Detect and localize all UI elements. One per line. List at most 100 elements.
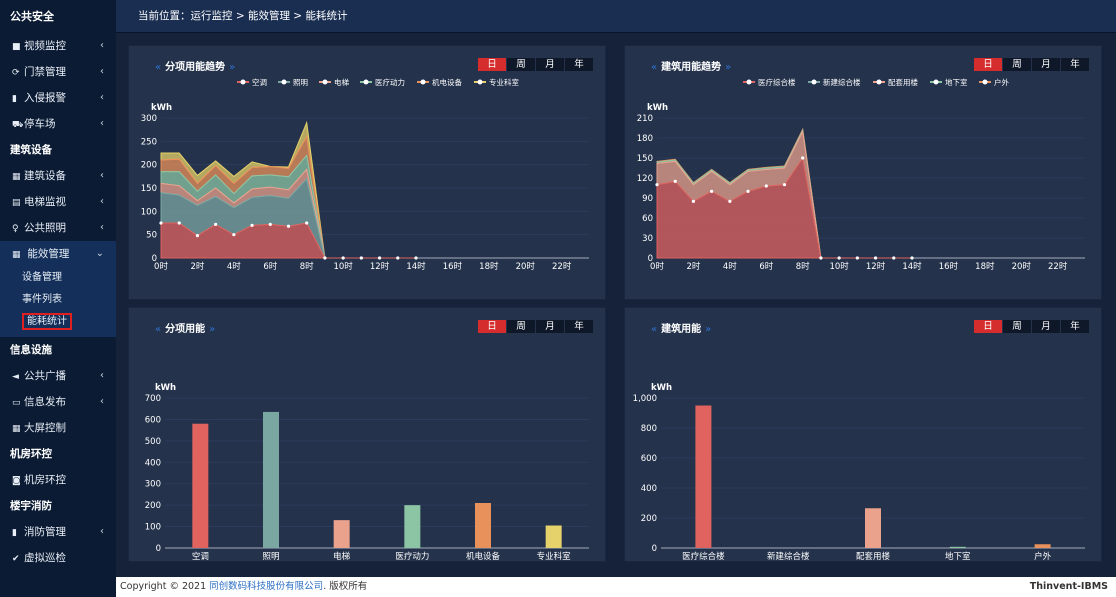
data-point: [837, 256, 841, 260]
legend-label[interactable]: 电梯: [334, 77, 349, 87]
next-arrow-icon[interactable]: »: [229, 62, 235, 73]
prev-arrow-icon[interactable]: «: [155, 324, 161, 335]
legend-label[interactable]: 医疗动力: [375, 77, 405, 87]
data-point: [673, 179, 677, 183]
sidebar-item-e-0[interactable]: ▮ 消防管理 ‹: [0, 519, 116, 545]
x-tick-label: 户外: [1034, 551, 1052, 562]
sidebar-section-fire: 楼宇消防: [10, 500, 52, 512]
next-arrow-icon[interactable]: »: [725, 62, 731, 73]
sidebar-sub-device-management[interactable]: 设备管理: [0, 267, 116, 289]
sidebar-item-c-1[interactable]: ▭ 信息发布 ‹: [0, 389, 116, 415]
sidebar-item-b-2[interactable]: ♀ 公共照明 ‹: [0, 215, 116, 241]
sidebar-sub-event-list[interactable]: 事件列表: [0, 289, 116, 311]
sidebar-item-a-2[interactable]: ▮ 入侵报警 ‹: [0, 85, 116, 111]
tab-day[interactable]: 日: [478, 58, 506, 71]
legend-dot: [933, 79, 939, 85]
brand-label: Thinvent-IBMS: [1029, 581, 1108, 592]
y-tick-label: 300: [141, 114, 157, 124]
tab-day[interactable]: 日: [974, 58, 1002, 71]
tab-month[interactable]: 月: [536, 320, 564, 333]
tab-year[interactable]: 年: [1061, 58, 1089, 71]
legend-label[interactable]: 配套用楼: [888, 77, 918, 87]
tab-year[interactable]: 年: [565, 58, 593, 71]
x-tick-label: 医疗综合楼: [682, 551, 725, 562]
legend-label[interactable]: 新建综合楼: [823, 77, 861, 87]
sidebar-item-b-0[interactable]: ▦ 建筑设备 ‹: [0, 163, 116, 189]
legend-label[interactable]: 地下室: [945, 77, 968, 87]
tab-month[interactable]: 月: [1032, 58, 1060, 71]
panel-title: 建筑用能: [661, 324, 702, 335]
x-tick-label: 专业科室: [537, 551, 572, 562]
menu-icon: ◄: [12, 372, 19, 382]
x-tick-label: 6时: [263, 261, 277, 272]
tab-week[interactable]: 周: [1003, 320, 1031, 333]
sidebar-item-a-1[interactable]: ⟳ 门禁管理 ‹: [0, 59, 116, 85]
data-point: [819, 256, 823, 260]
footer: Copyright © 2021 同创数码科技股份有限公司. 版权所有 Thin…: [116, 577, 1116, 597]
tab-year[interactable]: 年: [565, 320, 593, 333]
legend-label[interactable]: 机电设备: [432, 77, 462, 87]
legend-label[interactable]: 医疗综合楼: [758, 77, 796, 87]
sidebar-sub-energy-statistics[interactable]: 能耗统计: [0, 311, 116, 333]
sidebar-section-info: 信息设施: [10, 344, 52, 356]
panel-header: « 建筑用能»: [647, 320, 715, 335]
chevron-left-icon: ‹: [100, 526, 104, 537]
sidebar-item-label: 公共照明: [24, 222, 66, 234]
sidebar-item-e-1[interactable]: ✔ 虚拟巡检: [0, 545, 116, 571]
x-tick-label: 0时: [650, 261, 664, 272]
legend-label[interactable]: 空调: [252, 77, 267, 87]
y-tick-label: 150: [141, 184, 157, 194]
legend-label[interactable]: 户外: [994, 77, 1009, 87]
chevron-left-icon: ‹: [100, 40, 104, 51]
x-tick-label: 2时: [190, 261, 204, 272]
x-tick-label: 照明: [262, 552, 279, 562]
prev-arrow-icon[interactable]: «: [651, 324, 657, 335]
copyright-suffix: . 版权所有: [323, 581, 368, 592]
tab-week[interactable]: 周: [507, 58, 535, 71]
y-tick-label: 90: [642, 194, 653, 204]
sidebar-item-d-0[interactable]: ◙ 机房环控: [0, 467, 116, 493]
y-tick-label: 100: [141, 207, 157, 217]
tab-year[interactable]: 年: [1061, 320, 1089, 333]
y-tick-label: 180: [637, 134, 653, 144]
menu-icon: ⟳: [12, 68, 20, 78]
legend-dot: [420, 79, 426, 85]
tab-day[interactable]: 日: [478, 320, 506, 333]
tab-week[interactable]: 周: [507, 320, 535, 333]
data-point: [728, 199, 732, 203]
legend-dot: [240, 79, 246, 85]
company-link[interactable]: 同创数码科技股份有限公司: [209, 581, 323, 592]
sidebar-item-c-2[interactable]: ▦ 大屏控制: [0, 415, 116, 441]
prev-arrow-icon[interactable]: «: [155, 62, 161, 73]
y-tick-label: 210: [637, 114, 653, 124]
next-arrow-icon[interactable]: »: [705, 324, 711, 335]
sidebar-item-energy-management[interactable]: ▦ 能效管理 ⌄: [0, 241, 116, 267]
legend-dot: [477, 79, 483, 85]
sidebar-item-a-0[interactable]: ■ 视频监控 ‹: [0, 33, 116, 59]
sidebar-section-building: 建筑设备: [10, 144, 52, 156]
tab-month[interactable]: 月: [536, 58, 564, 71]
tab-day[interactable]: 日: [974, 320, 1002, 333]
menu-icon: ▮: [12, 528, 17, 538]
next-arrow-icon[interactable]: »: [209, 324, 215, 335]
legend-label[interactable]: 专业科室: [489, 77, 519, 87]
x-tick-label: 机电设备: [466, 551, 501, 562]
energy-icon: ▦: [12, 250, 21, 260]
tab-week[interactable]: 周: [1003, 58, 1031, 71]
sidebar-item-c-0[interactable]: ◄ 公共广播 ‹: [0, 363, 116, 389]
sidebar-item-b-1[interactable]: ▤ 电梯监视 ‹: [0, 189, 116, 215]
chevron-down-icon: ⌄: [95, 248, 104, 259]
legend-label[interactable]: 照明: [293, 78, 308, 87]
bar: [333, 520, 350, 548]
y-axis-unit: kWh: [651, 383, 672, 393]
x-tick-label: 12时: [370, 261, 390, 272]
period-tabs: 日 周 月 年: [477, 320, 593, 333]
panel-category-trend: «分项用能趋势» 日 周 月 年 kWh 0 50 100 150 200 250 300 0时…: [128, 45, 606, 300]
prev-arrow-icon[interactable]: «: [651, 62, 657, 73]
data-point: [396, 256, 400, 260]
sidebar-item-a-3[interactable]: ⛟停车场 ‹: [0, 111, 116, 137]
x-tick-label: 10时: [829, 261, 849, 272]
data-point: [873, 256, 878, 260]
x-tick-label: 16时: [939, 261, 959, 272]
tab-month[interactable]: 月: [1032, 320, 1060, 333]
